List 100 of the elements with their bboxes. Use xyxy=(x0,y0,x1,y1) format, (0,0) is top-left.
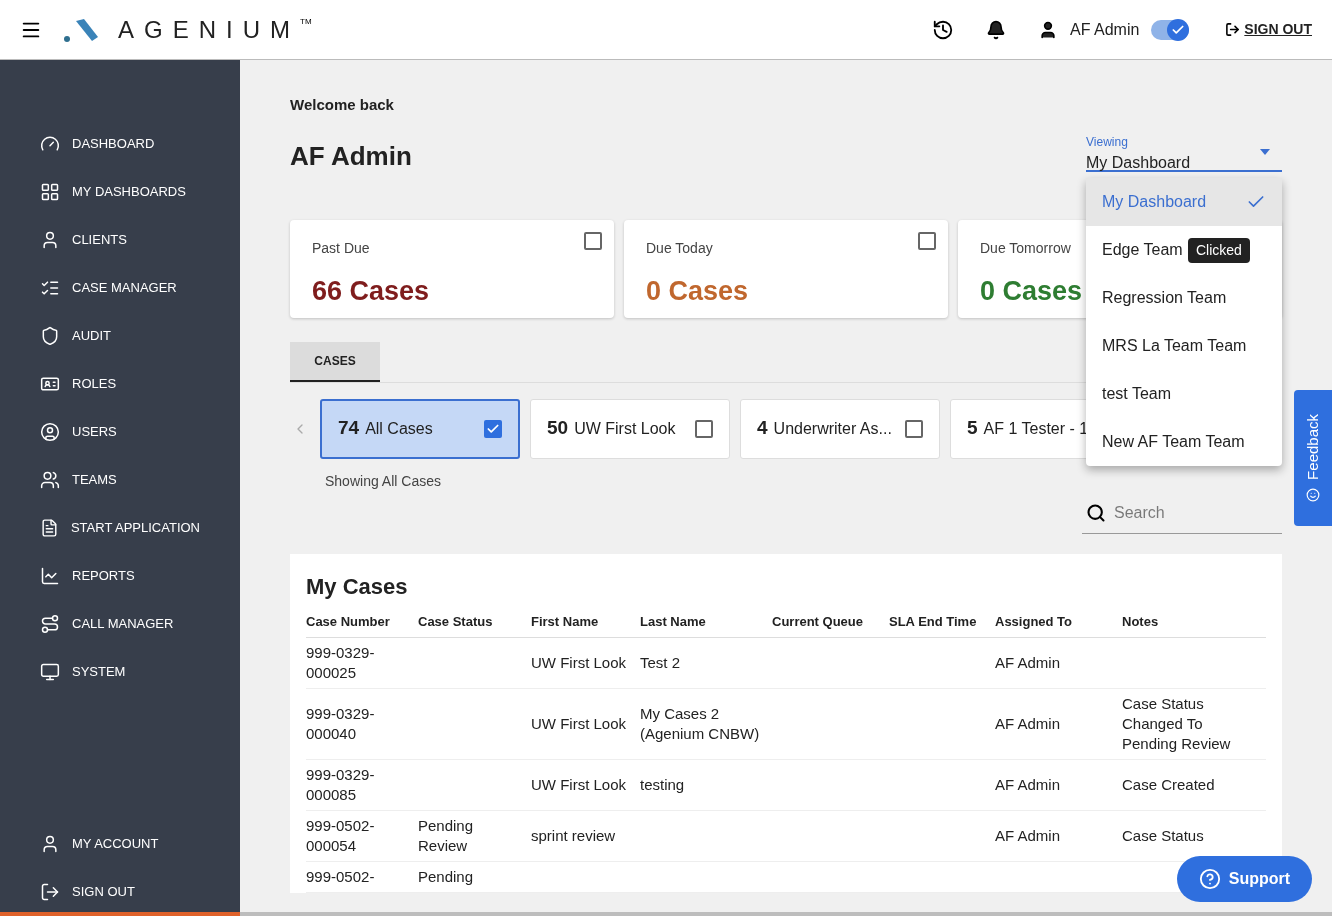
table-cell: 999-0502- xyxy=(306,867,375,885)
sidebar-item[interactable]: ROLES xyxy=(0,360,240,408)
table-cell: UW First Look xyxy=(531,714,626,732)
checkbox[interactable] xyxy=(584,231,602,250)
sidebar-item[interactable]: CASE MANAGER xyxy=(0,264,240,312)
chip-count: 74 xyxy=(338,416,360,441)
chart-icon xyxy=(40,566,60,586)
chip-count: 5 xyxy=(967,416,978,441)
bell-icon[interactable] xyxy=(985,19,1006,40)
queue-chip[interactable]: 50 UW First Look xyxy=(530,398,730,459)
person-icon xyxy=(40,834,60,854)
sidebar-item[interactable]: MY DASHBOARDS xyxy=(0,168,240,216)
sidebar-item[interactable]: DASHBOARD xyxy=(0,120,240,168)
menu-option[interactable]: Edge Team Clicked xyxy=(1086,226,1282,274)
checkbox[interactable] xyxy=(695,419,713,438)
column-header: Current Queue xyxy=(772,606,889,637)
table-cell: Test 2 xyxy=(640,653,681,671)
card-label: Due Tomorrow xyxy=(980,238,1071,258)
queue-chip[interactable]: 4 Underwriter As... xyxy=(740,398,940,459)
table-cell: UW First Look xyxy=(531,653,626,671)
table-title: My Cases xyxy=(306,572,409,601)
document-icon xyxy=(40,518,59,538)
chip-label: Underwriter As... xyxy=(773,418,892,439)
table-cell: Case Status xyxy=(1122,826,1204,844)
tooltip: Clicked xyxy=(1188,238,1250,263)
search-field[interactable]: Search xyxy=(1114,501,1264,525)
card-label: Past Due xyxy=(312,238,370,258)
sidebar-item[interactable]: START APPLICATION xyxy=(0,504,240,552)
select-label: Viewing xyxy=(1086,134,1129,151)
sidebar-item[interactable]: REPORTS xyxy=(0,552,240,600)
sidebar-item[interactable]: TEAMS xyxy=(0,456,240,504)
sidebar-item[interactable]: CALL MANAGER xyxy=(0,600,240,648)
column-header: Notes xyxy=(1122,606,1266,637)
checkbox[interactable] xyxy=(484,419,502,438)
route-icon xyxy=(40,614,60,634)
caret-icon xyxy=(1260,149,1270,155)
gauge-icon xyxy=(40,134,60,154)
summary-card[interactable]: Past Due 66 Cases xyxy=(290,219,614,318)
column-header: Last Name xyxy=(640,606,772,637)
support-button[interactable]: Support xyxy=(1177,856,1312,902)
column-header: Assigned To xyxy=(995,606,1122,637)
sidebar-item[interactable]: AUDIT xyxy=(0,312,240,360)
trademark: TM xyxy=(300,16,312,28)
viewing-select[interactable]: Viewing My Dashboard xyxy=(1086,132,1282,172)
card-label: Due Today xyxy=(646,238,713,258)
sidebar-item[interactable]: SIGN OUT xyxy=(0,868,240,916)
chip-label: UW First Look xyxy=(574,418,676,439)
table-cell: 999-0329-000025 xyxy=(306,643,375,681)
table-cell: My Cases 2 (Agenium CNBW) xyxy=(640,704,760,742)
grid-icon xyxy=(40,182,60,202)
sign-out-link[interactable]: SIGN OUT xyxy=(1244,19,1312,40)
sidebar-item[interactable]: CLIENTS xyxy=(0,216,240,264)
table-cell: UW First Look xyxy=(531,775,626,793)
table-cell: AF Admin xyxy=(995,775,1061,793)
table-cell: Case Created xyxy=(1122,775,1215,793)
case-count: 66 Cases xyxy=(312,274,430,308)
group-icon xyxy=(40,470,60,490)
chip-count: 4 xyxy=(757,416,768,441)
user-circle-icon xyxy=(40,422,60,442)
user-name: AF Admin xyxy=(1069,19,1140,40)
select-value: My Dashboard xyxy=(1086,153,1191,173)
id-card-icon xyxy=(40,374,60,394)
case-count: 0 Cases xyxy=(646,274,749,308)
toggle-switch[interactable] xyxy=(1151,19,1190,40)
shield-icon xyxy=(40,326,60,346)
user-heading: AF Admin xyxy=(290,139,412,173)
table-cell: 999-0502-000054 xyxy=(306,816,375,854)
showing-text: Showing All Cases xyxy=(325,471,441,491)
menu-option[interactable]: MRS La Team Team xyxy=(1086,322,1282,370)
chip-count: 50 xyxy=(547,416,569,441)
table-cell: testing xyxy=(640,775,685,793)
welcome-text: Welcome back xyxy=(290,95,394,115)
chip-label: AF 1 Tester - 1 xyxy=(983,418,1089,439)
monitor-icon xyxy=(40,662,60,682)
history-icon[interactable] xyxy=(931,18,954,41)
summary-card[interactable]: Due Today 0 Cases xyxy=(624,219,948,318)
table-cell: AF Admin xyxy=(995,653,1061,671)
menu-option[interactable]: My Dashboard xyxy=(1086,178,1282,226)
checkbox[interactable] xyxy=(905,419,923,438)
feedback-tab[interactable]: Feedback xyxy=(1294,390,1332,526)
table-cell: AF Admin xyxy=(995,826,1061,844)
table-cell: Case Status Changed To Pending Review xyxy=(1122,694,1231,752)
logout-icon[interactable] xyxy=(1225,22,1241,37)
chip-label: All Cases xyxy=(365,418,433,439)
tab[interactable]: CASES xyxy=(290,341,380,382)
brand-name: AGENIUM xyxy=(118,14,300,45)
sidebar-item[interactable]: MY ACCOUNT xyxy=(0,820,240,868)
smile-icon xyxy=(1306,487,1320,502)
queue-chip[interactable]: 74 All Cases xyxy=(320,398,520,459)
person-icon xyxy=(40,230,60,250)
menu-option[interactable]: Regression Team xyxy=(1086,274,1282,322)
table-cell: AF Admin xyxy=(995,714,1061,732)
table-cell: sprint review xyxy=(531,826,616,844)
table-cell: Pending Review xyxy=(418,816,474,854)
sidebar-item[interactable]: SYSTEM xyxy=(0,648,240,696)
table-cell: 999-0329-000040 xyxy=(306,704,375,742)
help-icon xyxy=(1198,868,1221,890)
table-cell: 999-0329-000085 xyxy=(306,765,375,803)
checkbox[interactable] xyxy=(918,231,936,250)
sidebar-item[interactable]: USERS xyxy=(0,408,240,456)
